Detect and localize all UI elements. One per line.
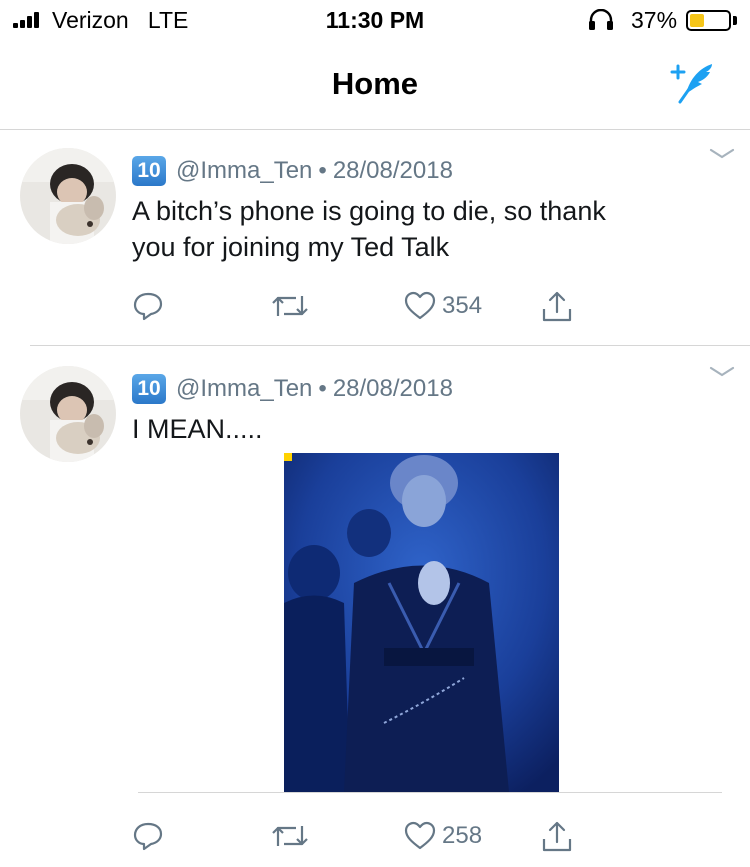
page-title: Home bbox=[331, 66, 419, 101]
retweet-icon bbox=[272, 826, 308, 846]
reply-button[interactable] bbox=[132, 816, 164, 856]
battery-percent: 37% bbox=[631, 7, 678, 33]
heart-icon bbox=[404, 291, 436, 320]
battery-icon bbox=[686, 10, 731, 31]
reply-icon bbox=[133, 822, 163, 851]
like-count: 354 bbox=[442, 292, 483, 319]
tweet-date: 28/08/2018 bbox=[332, 375, 453, 402]
share-button[interactable] bbox=[540, 816, 574, 856]
retweet-button[interactable] bbox=[270, 286, 310, 326]
share-icon bbox=[542, 821, 572, 852]
meta-separator: • bbox=[318, 157, 327, 184]
tweet-divider bbox=[30, 345, 750, 346]
reply-icon bbox=[133, 292, 163, 321]
share-icon bbox=[542, 291, 572, 322]
share-button[interactable] bbox=[540, 286, 574, 326]
compose-tweet-icon[interactable] bbox=[664, 58, 720, 106]
avatar[interactable] bbox=[20, 148, 116, 244]
meta-separator: • bbox=[318, 375, 327, 402]
like-button[interactable]: 354 bbox=[404, 286, 482, 326]
battery-tip bbox=[733, 16, 737, 25]
tweet-text-line: A bitch’s phone is going to die, so than… bbox=[132, 196, 606, 226]
tweet-handle[interactable]: @Imma_Ten bbox=[176, 375, 312, 403]
keycap-ten-emoji: 10 bbox=[132, 156, 166, 186]
tweet-meta: 10 @Imma_Ten • 28/08/2018 bbox=[132, 156, 453, 186]
media-divider bbox=[138, 792, 722, 793]
tweet-text-line: I MEAN..... bbox=[132, 414, 263, 444]
like-button[interactable]: 258 bbox=[404, 816, 482, 856]
tweet-meta: 10 @Imma_Ten • 28/08/2018 bbox=[132, 374, 453, 404]
status-bar: Verizon LTE 11:30 PM 37% bbox=[0, 0, 750, 40]
chevron-down-icon[interactable] bbox=[708, 364, 736, 380]
tweet-1[interactable]: 10 @Imma_Ten • 28/08/2018 A bitch’s phon… bbox=[0, 130, 750, 346]
tweet-media-image[interactable] bbox=[284, 453, 559, 792]
heart-icon bbox=[404, 821, 436, 850]
tweet-2[interactable]: 10 @Imma_Ten • 28/08/2018 I MEAN..... 25… bbox=[0, 348, 750, 867]
reply-button[interactable] bbox=[132, 286, 164, 326]
like-count: 258 bbox=[442, 822, 483, 849]
tweet-actions: 354 bbox=[0, 286, 750, 326]
tweet-text: I MEAN..... bbox=[132, 411, 722, 447]
tweet-text: A bitch’s phone is going to die, so than… bbox=[132, 193, 722, 265]
battery-fill bbox=[690, 14, 704, 27]
tweet-handle[interactable]: @Imma_Ten bbox=[176, 157, 312, 185]
headphones-icon bbox=[589, 9, 613, 30]
tweet-text-line: you for joining my Ted Talk bbox=[132, 232, 450, 262]
avatar[interactable] bbox=[20, 366, 116, 462]
keycap-ten-emoji: 10 bbox=[132, 374, 166, 404]
tweet-actions: 258 bbox=[0, 816, 750, 856]
tweet-date: 28/08/2018 bbox=[332, 157, 453, 184]
retweet-button[interactable] bbox=[270, 816, 310, 856]
chevron-down-icon[interactable] bbox=[708, 146, 736, 162]
retweet-icon bbox=[272, 296, 308, 316]
